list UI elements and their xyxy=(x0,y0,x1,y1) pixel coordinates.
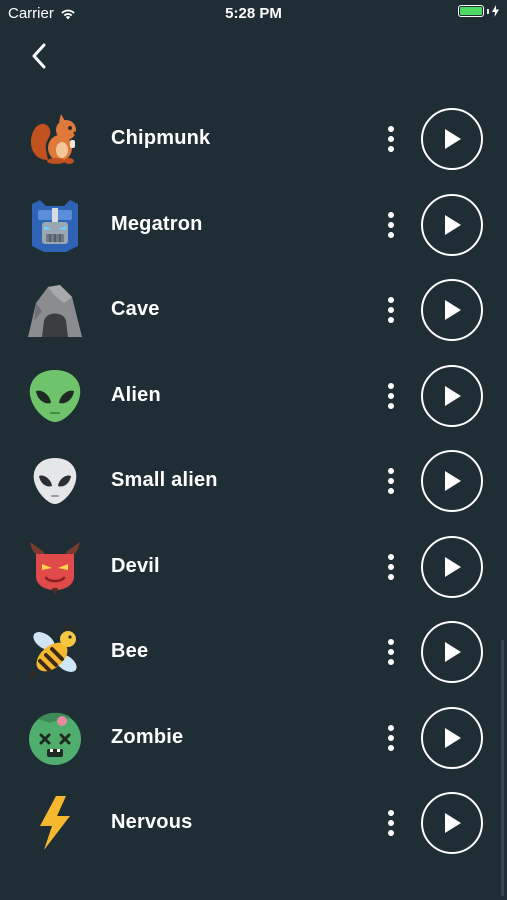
more-options-button[interactable] xyxy=(378,631,404,673)
battery-icon xyxy=(458,5,484,17)
sound-row-nervous: Nervous xyxy=(0,780,507,866)
play-button[interactable] xyxy=(421,450,483,512)
play-button[interactable] xyxy=(421,792,483,854)
sound-row-zombie: Zombie xyxy=(0,695,507,781)
play-icon xyxy=(445,642,461,662)
sound-name: Chipmunk xyxy=(111,127,211,149)
green-alien-icon xyxy=(26,367,84,425)
robot-icon xyxy=(26,196,84,254)
play-icon xyxy=(445,129,461,149)
sound-row-megatron: Megatron xyxy=(0,182,507,268)
sound-name: Devil xyxy=(111,554,160,577)
chevron-left-icon xyxy=(32,43,46,69)
more-options-button[interactable] xyxy=(378,546,404,588)
devil-icon xyxy=(26,538,84,596)
more-options-button[interactable] xyxy=(378,802,404,844)
sound-name: Zombie xyxy=(111,725,184,748)
play-icon xyxy=(445,300,461,320)
play-button[interactable] xyxy=(421,535,483,598)
sound-name: Small alien xyxy=(111,469,218,491)
play-button[interactable] xyxy=(421,621,483,683)
more-options-button[interactable] xyxy=(378,460,404,502)
play-icon xyxy=(445,471,461,491)
sound-row-devil: Devil xyxy=(0,524,507,610)
sound-name: Bee xyxy=(111,640,149,662)
charging-bolt-icon xyxy=(492,5,499,17)
play-icon xyxy=(445,727,461,748)
play-icon xyxy=(445,214,461,235)
scrollbar[interactable] xyxy=(501,640,504,896)
sound-row-chipmunk: Chipmunk xyxy=(0,96,507,182)
play-button[interactable] xyxy=(421,279,483,341)
more-options-button[interactable] xyxy=(378,717,404,759)
play-button[interactable] xyxy=(421,108,483,170)
back-button[interactable] xyxy=(22,38,56,74)
battery-indicator xyxy=(458,5,499,17)
lightning-icon xyxy=(26,794,84,852)
play-icon xyxy=(445,813,461,833)
more-options-button[interactable] xyxy=(378,289,404,331)
sound-name: Nervous xyxy=(111,811,193,833)
sound-row-bee: Bee xyxy=(0,609,507,695)
play-icon xyxy=(445,556,461,577)
sound-row-alien: Alien xyxy=(0,353,507,439)
sound-row-cave: Cave xyxy=(0,267,507,353)
zombie-icon xyxy=(26,709,84,767)
sound-name: Cave xyxy=(111,298,160,320)
bee-icon xyxy=(26,623,84,681)
sound-list: Chipmunk Megatron Cave Alien Small alien… xyxy=(0,96,507,866)
more-options-button[interactable] xyxy=(378,118,404,160)
cave-icon xyxy=(26,281,84,339)
more-options-button[interactable] xyxy=(378,375,404,417)
play-button[interactable] xyxy=(421,364,483,427)
grey-alien-icon xyxy=(26,452,84,510)
play-button[interactable] xyxy=(421,706,483,769)
status-bar: Carrier 5:28 PM xyxy=(0,0,507,28)
sound-name: Alien xyxy=(111,383,161,406)
squirrel-icon xyxy=(26,110,84,168)
sound-row-small-alien: Small alien xyxy=(0,438,507,524)
play-icon xyxy=(445,385,461,406)
sound-name: Megatron xyxy=(111,212,203,235)
more-options-button[interactable] xyxy=(378,204,404,246)
play-button[interactable] xyxy=(421,193,483,256)
status-time: 5:28 PM xyxy=(225,5,282,22)
